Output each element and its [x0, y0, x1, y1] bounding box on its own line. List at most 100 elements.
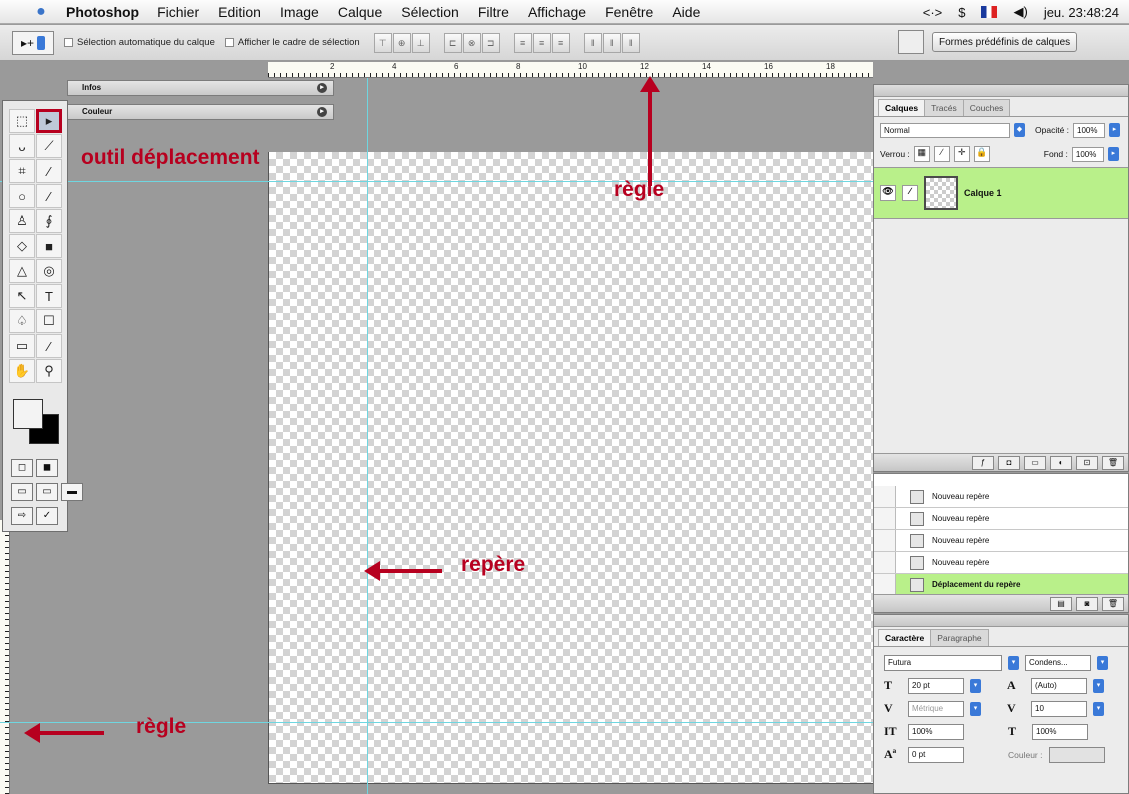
kerning-dropdown-icon[interactable]: ▾ — [970, 701, 981, 716]
palette-menu-icon[interactable]: ▸ — [317, 107, 327, 117]
flag-fr-icon[interactable] — [981, 6, 998, 18]
font-style-select[interactable]: Condens... — [1025, 654, 1091, 671]
blur-tool-icon[interactable]: △ — [9, 259, 35, 283]
history-checkbox[interactable] — [874, 508, 896, 529]
align-bottom-icon[interactable]: ⊥ — [411, 32, 430, 53]
healing-brush-icon[interactable]: ○ — [9, 184, 35, 208]
distribute-vcenter-icon[interactable]: ≡ — [532, 32, 551, 53]
check-icon[interactable]: ✓ — [36, 507, 58, 525]
adjustment-layer-icon[interactable]: ◐ — [1050, 455, 1072, 470]
menu-image[interactable]: Image — [280, 4, 319, 20]
path-select-tool-icon[interactable]: ↖ — [9, 284, 35, 308]
new-document-icon[interactable]: ▤ — [1050, 596, 1072, 611]
align-hcenter-icon[interactable]: ⊗ — [462, 32, 481, 53]
trash-icon[interactable]: 🗑 — [1102, 596, 1124, 611]
menu-filtre[interactable]: Filtre — [478, 4, 509, 20]
magic-wand-tool-icon[interactable]: ⟋ — [36, 134, 62, 158]
align-left-icon[interactable]: ⊏ — [443, 32, 462, 53]
volume-icon[interactable]: ◀) — [1013, 4, 1027, 20]
screen-mode-standard-icon[interactable]: ▭ — [11, 483, 33, 501]
tab-paragraphe[interactable]: Paragraphe — [930, 629, 989, 646]
tracking-dropdown-icon[interactable]: ▾ — [1093, 701, 1104, 716]
clock[interactable]: jeu. 23:48:24 — [1044, 5, 1119, 20]
quick-mask-icon[interactable]: ◼ — [36, 459, 58, 477]
new-layer-icon[interactable]: ⊡ — [1076, 455, 1098, 470]
lock-all-icon[interactable]: 🔒 — [973, 146, 990, 162]
apple-icon[interactable]: ● — [30, 3, 52, 21]
lock-position-icon[interactable]: ✛ — [953, 146, 970, 162]
menu-calque[interactable]: Calque — [338, 4, 382, 20]
snapshot-icon[interactable]: ◙ — [1076, 596, 1098, 611]
history-item[interactable]: Nouveau repère — [874, 530, 1128, 552]
stamp-tool-icon[interactable]: ♙ — [9, 209, 35, 233]
align-right-icon[interactable]: ⊐ — [481, 32, 500, 53]
kerning-field[interactable]: Métrique — [908, 700, 964, 717]
hand-tool-icon[interactable]: ✋ — [9, 359, 35, 383]
top-ruler[interactable]: 2 4 6 8 10 12 14 16 18 — [268, 62, 873, 78]
brush-link-icon[interactable]: ∕ — [902, 185, 918, 201]
standard-mode-icon[interactable]: ◻ — [11, 459, 33, 477]
opacity-slider-icon[interactable]: ▸ — [1109, 123, 1121, 137]
sync-arrows-icon[interactable]: <·> — [923, 5, 943, 20]
infos-palette[interactable]: Infos ▸ — [67, 80, 334, 96]
font-size-field[interactable]: 20 pt — [908, 677, 964, 694]
leading-dropdown-icon[interactable]: ▾ — [1093, 678, 1104, 693]
baseline-shift-field[interactable]: 0 pt — [908, 746, 964, 763]
menu-fichier[interactable]: Fichier — [157, 4, 199, 20]
dodge-tool-icon[interactable]: ◎ — [36, 259, 62, 283]
menu-app-name[interactable]: Photoshop — [66, 4, 139, 20]
lasso-tool-icon[interactable]: ᴗ — [9, 134, 35, 158]
layer-row[interactable]: 👁 ∕ Calque 1 — [874, 167, 1128, 219]
document-canvas[interactable] — [268, 152, 873, 784]
left-ruler[interactable] — [0, 520, 10, 794]
align-top-icon[interactable]: ⊤ — [373, 32, 392, 53]
history-brush-icon[interactable]: ∮ — [36, 209, 62, 233]
distribute-hcenter-icon[interactable]: ‖ — [602, 32, 621, 53]
tab-calques[interactable]: Calques — [878, 99, 926, 116]
history-checkbox[interactable] — [874, 530, 896, 551]
palette-menu-icon[interactable]: ▸ — [317, 83, 327, 93]
history-checkbox[interactable] — [874, 552, 896, 573]
auto-select-checkbox[interactable]: Sélection automatique du calque — [64, 37, 215, 48]
lock-pixels-icon[interactable]: ∕ — [933, 146, 950, 162]
horizontal-scale-field[interactable]: 100% — [1032, 723, 1088, 740]
marquee-tool-icon[interactable]: ⬚ — [9, 109, 35, 133]
font-size-dropdown-icon[interactable]: ▾ — [970, 678, 981, 693]
distribute-bottom-icon[interactable]: ≡ — [551, 32, 570, 53]
history-checkbox[interactable] — [874, 486, 896, 507]
layers-palette-titlebar[interactable] — [874, 85, 1128, 97]
lock-transparency-icon[interactable]: ▦ — [913, 146, 930, 162]
tool-preset-picker[interactable]: ▸+ — [12, 30, 54, 55]
text-color-swatch[interactable] — [1048, 746, 1105, 763]
type-tool-icon[interactable]: T — [36, 284, 62, 308]
zoom-tool-icon[interactable]: ⚲ — [36, 359, 62, 383]
trash-icon[interactable]: 🗑 — [1102, 455, 1124, 470]
menu-edition[interactable]: Edition — [218, 4, 261, 20]
horizontal-guide-top[interactable] — [0, 181, 873, 182]
horizontal-guide-bottom[interactable] — [0, 722, 873, 723]
eyedropper-tool-icon[interactable]: ∕ — [36, 334, 62, 358]
distribute-right-icon[interactable]: ‖ — [621, 32, 640, 53]
jump-to-imageready-icon[interactable]: ⇨ — [11, 507, 33, 525]
notes-tool-icon[interactable]: ▭ — [9, 334, 35, 358]
history-item[interactable]: Nouveau repère — [874, 552, 1128, 574]
fill-slider-icon[interactable]: ▸ — [1107, 147, 1119, 161]
distribute-top-icon[interactable]: ≡ — [513, 32, 532, 53]
menu-fenetre[interactable]: Fenêtre — [605, 4, 653, 20]
foreground-color-swatch[interactable] — [13, 399, 43, 429]
tab-couches[interactable]: Couches — [962, 99, 1011, 116]
tracking-field[interactable]: 10 — [1031, 700, 1087, 717]
blend-mode-dropdown-icon[interactable]: ◆ — [1014, 123, 1025, 137]
show-bounds-checkbox[interactable]: Afficher le cadre de sélection — [224, 37, 360, 48]
dollar-icon[interactable]: $ — [958, 5, 965, 20]
font-style-dropdown-icon[interactable]: ▾ — [1097, 655, 1108, 670]
vertical-guide[interactable] — [367, 78, 368, 794]
opacity-field[interactable]: 100% — [1073, 122, 1106, 138]
font-family-dropdown-icon[interactable]: ▾ — [1008, 655, 1019, 670]
brush-tool-icon[interactable]: ∕ — [36, 184, 62, 208]
vertical-scale-field[interactable]: 100% — [908, 723, 964, 740]
pen-tool-icon[interactable]: ♤ — [9, 309, 35, 333]
menu-affichage[interactable]: Affichage — [528, 4, 586, 20]
layer-mask-icon[interactable]: ◘ — [998, 455, 1020, 470]
slice-tool-icon[interactable]: ⁄ — [36, 159, 62, 183]
